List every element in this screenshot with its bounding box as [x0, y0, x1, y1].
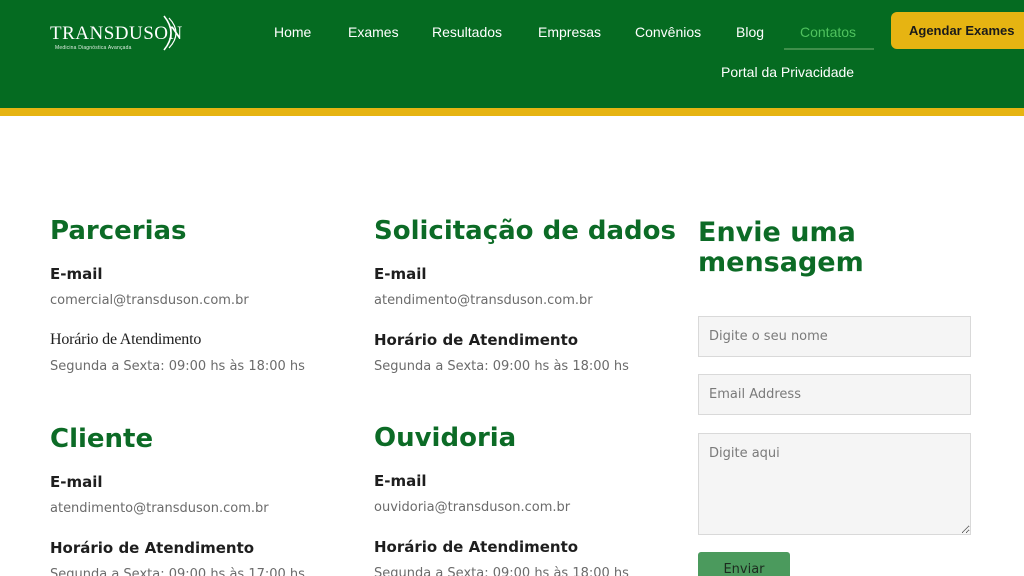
nav-exames[interactable]: Exames	[348, 24, 399, 40]
nav-portal-privacidade[interactable]: Portal da Privacidade	[721, 64, 854, 80]
form-title-line2: mensagem	[698, 247, 864, 278]
brand-tagline: Medicina Diagnóstica Avançada	[55, 45, 132, 51]
hours-label: Horário de Atendimento	[50, 539, 255, 557]
form-title: Envie uma mensagem	[698, 218, 864, 278]
message-textarea[interactable]	[698, 433, 971, 535]
nav-blog[interactable]: Blog	[736, 24, 764, 40]
hours-text: Segunda a Sexta: 09:00 hs às 18:00 hs	[374, 566, 629, 576]
section-title-ouvidoria: Ouvidoria	[374, 423, 517, 453]
email-input[interactable]	[698, 374, 971, 415]
header-accent-stripe	[0, 108, 1024, 116]
nav-resultados[interactable]: Resultados	[432, 24, 502, 40]
email-label: E-mail	[374, 265, 427, 283]
email-label: E-mail	[374, 472, 427, 490]
hours-label: Horário de Atendimento	[50, 331, 202, 348]
nav-contatos[interactable]: Contatos	[800, 24, 856, 40]
form-title-line1: Envie uma	[698, 217, 856, 248]
nav-convenios[interactable]: Convênios	[635, 24, 701, 40]
hours-text: Segunda a Sexta: 09:00 hs às 17:00 hs	[50, 567, 305, 576]
brand-logo[interactable]: TRANSDUSON Medicina Diagnóstica Avançada	[50, 12, 185, 56]
agendar-exames-button[interactable]: Agendar Exames	[891, 12, 1024, 49]
section-title-cliente: Cliente	[50, 424, 154, 454]
nav-active-underline	[784, 48, 874, 50]
hours-text: Segunda a Sexta: 09:00 hs às 18:00 hs	[50, 359, 305, 374]
email-link[interactable]: atendimento@transduson.com.br	[50, 501, 269, 516]
nav-empresas[interactable]: Empresas	[538, 24, 601, 40]
email-label: E-mail	[50, 473, 103, 491]
email-link[interactable]: comercial@transduson.com.br	[50, 293, 249, 308]
name-input[interactable]	[698, 316, 971, 357]
hours-text: Segunda a Sexta: 09:00 hs às 18:00 hs	[374, 359, 629, 374]
section-title-parcerias: Parcerias	[50, 216, 187, 246]
email-link[interactable]: atendimento@transduson.com.br	[374, 293, 593, 308]
logo-arc-icon	[163, 15, 177, 51]
nav-home[interactable]: Home	[274, 24, 311, 40]
section-title-solicitacao-dados: Solicitação de dados	[374, 216, 676, 246]
email-label: E-mail	[50, 265, 103, 283]
hours-label: Horário de Atendimento	[374, 538, 579, 556]
hours-label: Horário de Atendimento	[374, 331, 579, 349]
submit-button[interactable]: Enviar	[698, 552, 790, 576]
email-link[interactable]: ouvidoria@transduson.com.br	[374, 500, 570, 515]
